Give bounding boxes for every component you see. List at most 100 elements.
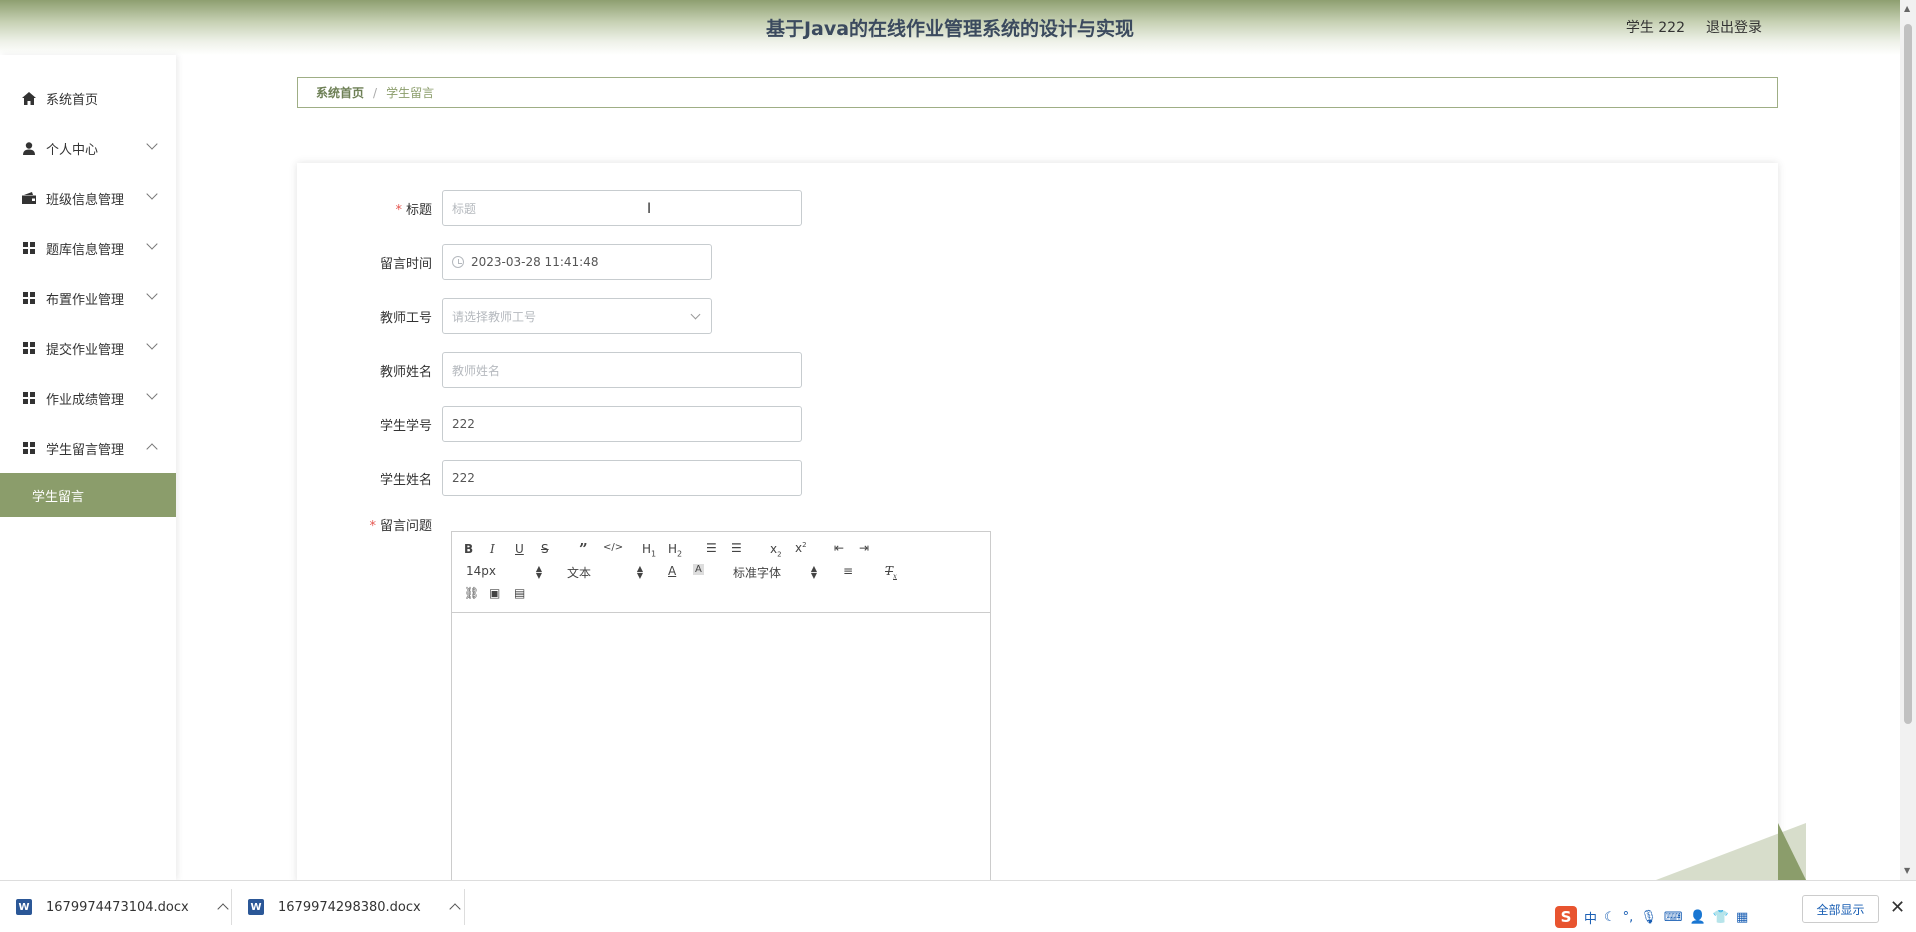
chevron-down-icon: [146, 138, 158, 150]
breadcrumb-separator: /: [373, 85, 378, 100]
code-icon[interactable]: </>: [603, 542, 623, 553]
logout-link[interactable]: 退出登录: [1706, 17, 1762, 37]
grid-icon: [22, 241, 36, 255]
title-input[interactable]: 标题 I: [442, 190, 802, 226]
close-icon[interactable]: ✕: [1890, 897, 1905, 918]
home-icon: [22, 91, 36, 105]
chevron-down-icon: [146, 338, 158, 350]
show-all-downloads-button[interactable]: 全部显示: [1802, 895, 1879, 923]
teacher-name-row: 教师姓名 教师姓名: [297, 352, 802, 388]
sidebar-item-question-bank[interactable]: 题库信息管理: [0, 223, 176, 273]
breadcrumb-home[interactable]: 系统首页: [316, 84, 364, 101]
apps-icon[interactable]: ▦: [1736, 910, 1748, 925]
bold-icon[interactable]: B: [464, 542, 473, 556]
breadcrumb-current: 学生留言: [386, 86, 435, 100]
sidebar-item-label: 题库信息管理: [46, 242, 125, 258]
ime-tray: S 中 ☾ °, 🎙 ⌨ 👤 👕 ▦: [1555, 905, 1748, 929]
heading1-icon[interactable]: H1: [642, 542, 656, 558]
message-time-picker[interactable]: 2023-03-28 11:41:48: [442, 244, 712, 280]
student-name-row: 学生姓名 222: [297, 460, 802, 496]
title-label: * 标题: [395, 202, 432, 218]
outdent-icon[interactable]: ⇤: [834, 541, 844, 555]
download-item[interactable]: W 1679974473104.docx: [16, 881, 229, 932]
student-name-label: 学生姓名: [379, 472, 432, 488]
punctuation-icon[interactable]: °,: [1623, 910, 1634, 925]
rich-text-editor: B I U S ” </> H1 H2 ☰ ☰ x2 x2 ⇤ ⇥ 14px ▲ ▼…: [451, 531, 991, 883]
font-family-select[interactable]: 标准字体 ▲ ▼: [733, 564, 817, 581]
breadcrumb: 系统首页 / 学生留言: [297, 77, 1778, 108]
microphone-icon[interactable]: 🎙: [1640, 910, 1657, 925]
sidebar-item-home[interactable]: 系统首页: [0, 73, 176, 123]
font-size-select[interactable]: 14px ▲ ▼: [466, 564, 542, 580]
image-icon[interactable]: ▣: [489, 586, 500, 600]
person-icon[interactable]: 👤: [1690, 910, 1706, 925]
top-header: 基于Java的在线作业管理系统的设计与实现 学生 222 退出登录: [0, 0, 1900, 55]
student-id-input[interactable]: 222: [442, 406, 802, 442]
sidebar: 系统首页 个人中心 班级信息管理 题库信息管理 布置作业管理 提交作业管理 作业…: [0, 55, 176, 880]
link-icon[interactable]: ⛓: [464, 586, 479, 600]
page-scrollbar[interactable]: ▲ ▼: [1900, 0, 1916, 880]
heading2-icon[interactable]: H2: [668, 542, 682, 558]
sidebar-item-personal-center[interactable]: 个人中心: [0, 123, 176, 173]
sidebar-item-label: 个人中心: [46, 142, 99, 158]
title-row: * 标题 标题 I: [297, 190, 802, 226]
scrollbar-thumb[interactable]: [1904, 24, 1912, 724]
sidebar-item-label: 班级信息管理: [46, 192, 125, 208]
background-color-icon[interactable]: A: [693, 564, 704, 575]
sidebar-item-student-messages[interactable]: 学生留言管理: [0, 423, 176, 473]
sidebar-item-class-info[interactable]: 班级信息管理: [0, 173, 176, 223]
chevron-down-icon: [146, 238, 158, 250]
shirt-icon[interactable]: 👕: [1713, 910, 1729, 925]
bullet-list-icon[interactable]: ☰: [731, 541, 742, 555]
italic-icon[interactable]: I: [490, 542, 495, 556]
user-icon: [22, 141, 36, 155]
scroll-down-icon[interactable]: ▼: [1904, 866, 1910, 875]
teacher-id-row: 教师工号 请选择教师工号: [297, 298, 712, 334]
student-id-label: 学生学号: [379, 418, 432, 434]
align-left-icon[interactable]: ≡: [843, 564, 853, 578]
subscript-icon[interactable]: x2: [770, 542, 782, 558]
sidebar-item-label: 学生留言管理: [46, 442, 125, 458]
scroll-up-icon[interactable]: ▲: [1904, 4, 1910, 13]
grid-icon: [22, 341, 36, 355]
message-form-card: * 标题 标题 I 留言时间 2023-03-28 11:41:48 教师工号 请…: [297, 163, 1778, 883]
sidebar-item-homework-grades[interactable]: 作业成绩管理: [0, 373, 176, 423]
sidebar-item-label: 系统首页: [46, 92, 99, 108]
ordered-list-icon[interactable]: ☰: [706, 541, 717, 555]
text-style-select[interactable]: 文本 ▲ ▼: [567, 564, 643, 581]
indent-icon[interactable]: ⇥: [859, 541, 869, 555]
blockquote-icon[interactable]: ”: [579, 540, 588, 558]
sidebar-item-label: 作业成绩管理: [46, 392, 125, 408]
video-icon[interactable]: ▤: [514, 586, 525, 600]
clock-icon: [452, 256, 464, 268]
superscript-icon[interactable]: x2: [795, 541, 807, 555]
keyboard-icon[interactable]: ⌨: [1664, 910, 1683, 925]
app-title: 基于Java的在线作业管理系统的设计与实现: [765, 18, 1135, 40]
download-item[interactable]: W 1679974298380.docx: [248, 881, 461, 932]
chevron-up-icon[interactable]: [217, 903, 229, 915]
chevron-down-icon: [690, 309, 701, 320]
sidebar-item-submit-homework[interactable]: 提交作业管理: [0, 323, 176, 373]
chevron-down-icon: [146, 388, 158, 400]
current-user: 学生 222: [1625, 20, 1685, 36]
question-row: * 留言问题: [297, 514, 442, 534]
grid-icon: [22, 441, 36, 455]
teacher-name-input[interactable]: 教师姓名: [442, 352, 802, 388]
ime-mode[interactable]: 中: [1584, 908, 1597, 927]
chevron-up-icon[interactable]: [449, 903, 461, 915]
underline-icon[interactable]: U: [515, 542, 524, 556]
sidebar-subitem-student-message[interactable]: 学生留言: [0, 473, 176, 517]
sidebar-item-assign-homework[interactable]: 布置作业管理: [0, 273, 176, 323]
moon-icon[interactable]: ☾: [1604, 910, 1616, 925]
time-label: 留言时间: [379, 256, 432, 272]
student-name-input[interactable]: 222: [442, 460, 802, 496]
student-id-row: 学生学号 222: [297, 406, 802, 442]
font-color-icon[interactable]: A: [668, 564, 676, 578]
clear-format-icon[interactable]: Tx: [885, 564, 897, 580]
strikethrough-icon[interactable]: S: [541, 542, 549, 556]
editor-content-area[interactable]: [452, 613, 990, 883]
text-cursor-icon: I: [647, 201, 652, 217]
chevron-down-icon: [146, 288, 158, 300]
sogou-ime-icon[interactable]: S: [1555, 906, 1577, 928]
teacher-id-select[interactable]: 请选择教师工号: [442, 298, 712, 334]
